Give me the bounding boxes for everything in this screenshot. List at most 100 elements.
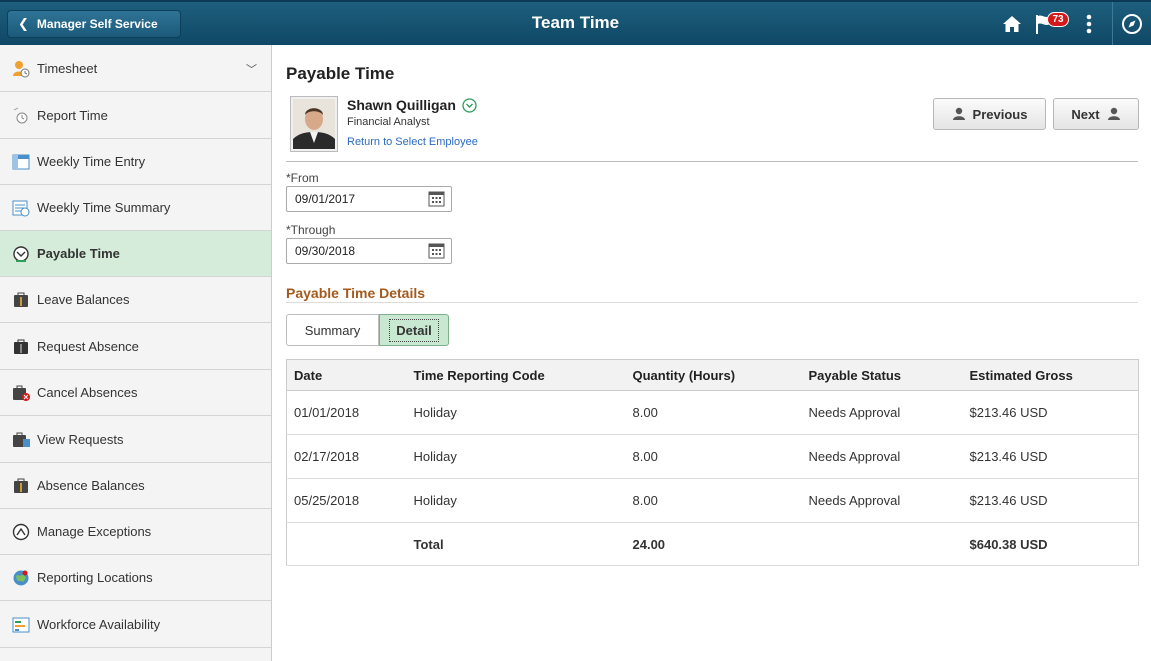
reporting-locations-icon [11, 568, 31, 588]
column-header-trc[interactable]: Time Reporting Code [406, 359, 626, 391]
sidebar-item-label: Weekly Time Entry [37, 154, 146, 169]
through-calendar-icon[interactable] [428, 242, 445, 259]
sidebar-item-payable-time[interactable]: Payable Time [0, 231, 271, 277]
sidebar-item-weekly-time-summary[interactable]: Weekly Time Summary [0, 185, 271, 231]
navbar-compass-icon[interactable] [1121, 13, 1143, 35]
employee-header-divider [286, 161, 1138, 162]
table-row: 01/01/2018 Holiday 8.00 Needs Approval $… [286, 390, 1139, 435]
sidebar-item-label: View Requests [37, 432, 124, 447]
sidebar-item-workforce-availability[interactable]: Workforce Availability [0, 602, 271, 648]
payable-time-table: Date Time Reporting Code Quantity (Hours… [286, 359, 1139, 566]
chevron-down-icon[interactable]: ﹀ [246, 61, 257, 77]
employee-name: Shawn Quilligan [347, 97, 456, 113]
payable-time-details-heading: Payable Time Details [286, 285, 426, 301]
weekly-summary-icon [11, 198, 31, 218]
absence-balances-icon [11, 476, 31, 496]
from-date-label: *From [286, 171, 319, 185]
previous-employee-button[interactable]: Previous [933, 98, 1046, 130]
cell-total-status [801, 522, 963, 566]
tab-summary[interactable]: Summary [286, 314, 379, 346]
cell-gross: $213.46 USD [962, 390, 1139, 435]
sidebar-item-label: Reporting Locations [37, 570, 153, 585]
cell-date: 05/25/2018 [286, 478, 407, 523]
table-header-row: Date Time Reporting Code Quantity (Hours… [286, 359, 1139, 391]
column-header-status[interactable]: Payable Status [801, 359, 963, 391]
tab-detail[interactable]: Detail [379, 314, 449, 346]
top-banner: ❮ Manager Self Service Team Time 73 [0, 0, 1151, 45]
cancel-absences-icon [11, 383, 31, 403]
leave-balances-icon [11, 290, 31, 310]
home-icon[interactable] [1002, 14, 1022, 34]
cell-trc: Holiday [406, 390, 626, 435]
workforce-availability-icon [11, 615, 31, 635]
sidebar-item-label: Absence Balances [37, 478, 145, 493]
column-header-quantity[interactable]: Quantity (Hours) [625, 359, 802, 391]
return-to-select-employee-link[interactable]: Return to Select Employee [347, 136, 478, 148]
column-header-gross[interactable]: Estimated Gross [962, 359, 1139, 391]
column-header-date[interactable]: Date [286, 359, 407, 391]
back-button-label: Manager Self Service [36, 17, 158, 31]
cell-total-gross: $640.38 USD [962, 522, 1139, 566]
sidebar-item-label: Cancel Absences [37, 385, 138, 400]
cell-status: Needs Approval [801, 478, 963, 523]
cell-quantity: 8.00 [625, 434, 802, 479]
chevron-left-icon: ❮ [18, 16, 29, 31]
page-title: Payable Time [286, 64, 395, 83]
tab-summary-label: Summary [304, 322, 361, 338]
sidebar-item-reporting-locations[interactable]: Reporting Locations [0, 555, 271, 601]
sidebar-item-leave-balances[interactable]: Leave Balances [0, 277, 271, 323]
person-icon [1107, 107, 1120, 120]
cell-date: 01/01/2018 [286, 390, 407, 435]
banner-divider [1112, 2, 1113, 45]
cell-trc: Holiday [406, 434, 626, 479]
sidebar-item-label: Weekly Time Summary [37, 200, 171, 215]
table-row: 05/25/2018 Holiday 8.00 Needs Approval $… [286, 478, 1139, 523]
table-total-row: Total 24.00 $640.38 USD [286, 522, 1139, 566]
employee-job-title: Financial Analyst [347, 116, 430, 128]
cell-quantity: 8.00 [625, 478, 802, 523]
report-time-icon [11, 106, 31, 126]
sidebar-item-view-requests[interactable]: View Requests [0, 417, 271, 463]
through-date-label: *Through [286, 223, 336, 237]
payable-time-icon [11, 244, 31, 264]
main-content: Payable Time Shawn Quilligan Financial A… [272, 45, 1151, 661]
sidebar-item-report-time[interactable]: Report Time [0, 93, 271, 139]
sidebar-item-label: Request Absence [37, 339, 139, 354]
weekly-entry-icon [11, 152, 31, 172]
sidebar-item-label: Timesheet [37, 61, 98, 76]
person-icon [952, 107, 965, 120]
cell-gross: $213.46 USD [962, 478, 1139, 523]
timesheet-icon [11, 59, 31, 79]
sidebar-item-label: Report Time [37, 108, 108, 123]
cell-date: 02/17/2018 [286, 434, 407, 479]
manage-exceptions-icon [11, 522, 31, 542]
employee-related-actions-icon[interactable] [462, 98, 477, 113]
sidebar-item-label: Workforce Availability [37, 617, 161, 632]
notification-count-badge: 73 [1047, 12, 1069, 27]
actions-menu-icon[interactable] [1085, 13, 1093, 35]
view-requests-icon [11, 430, 31, 450]
cell-gross: $213.46 USD [962, 434, 1139, 479]
from-calendar-icon[interactable] [428, 190, 445, 207]
section-divider [286, 302, 1138, 303]
cell-status: Needs Approval [801, 390, 963, 435]
sidebar-item-cancel-absences[interactable]: Cancel Absences [0, 370, 271, 416]
sidebar-item-label: Leave Balances [37, 292, 130, 307]
cell-status: Needs Approval [801, 434, 963, 479]
request-absence-icon [11, 337, 31, 357]
sidebar-item-label: Payable Time [37, 246, 120, 261]
sidebar-item-timesheet[interactable]: Timesheet ﹀ [0, 46, 271, 92]
employee-photo [290, 96, 338, 152]
previous-button-label: Previous [972, 106, 1028, 122]
cell-trc: Holiday [406, 478, 626, 523]
left-navigation-panel: Timesheet ﹀ Report Time Weekly Time Entr… [0, 45, 272, 661]
sidebar-item-weekly-time-entry[interactable]: Weekly Time Entry [0, 139, 271, 185]
sidebar-item-absence-balances[interactable]: Absence Balances [0, 463, 271, 509]
sidebar-item-label: Manage Exceptions [37, 524, 152, 539]
next-employee-button[interactable]: Next [1053, 98, 1139, 130]
cell-total-label: Total [406, 522, 626, 566]
sidebar-item-manage-exceptions[interactable]: Manage Exceptions [0, 509, 271, 555]
sidebar-item-request-absence[interactable]: Request Absence [0, 324, 271, 370]
cell-quantity: 8.00 [625, 390, 802, 435]
back-to-manager-self-service-button[interactable]: ❮ Manager Self Service [7, 10, 181, 38]
